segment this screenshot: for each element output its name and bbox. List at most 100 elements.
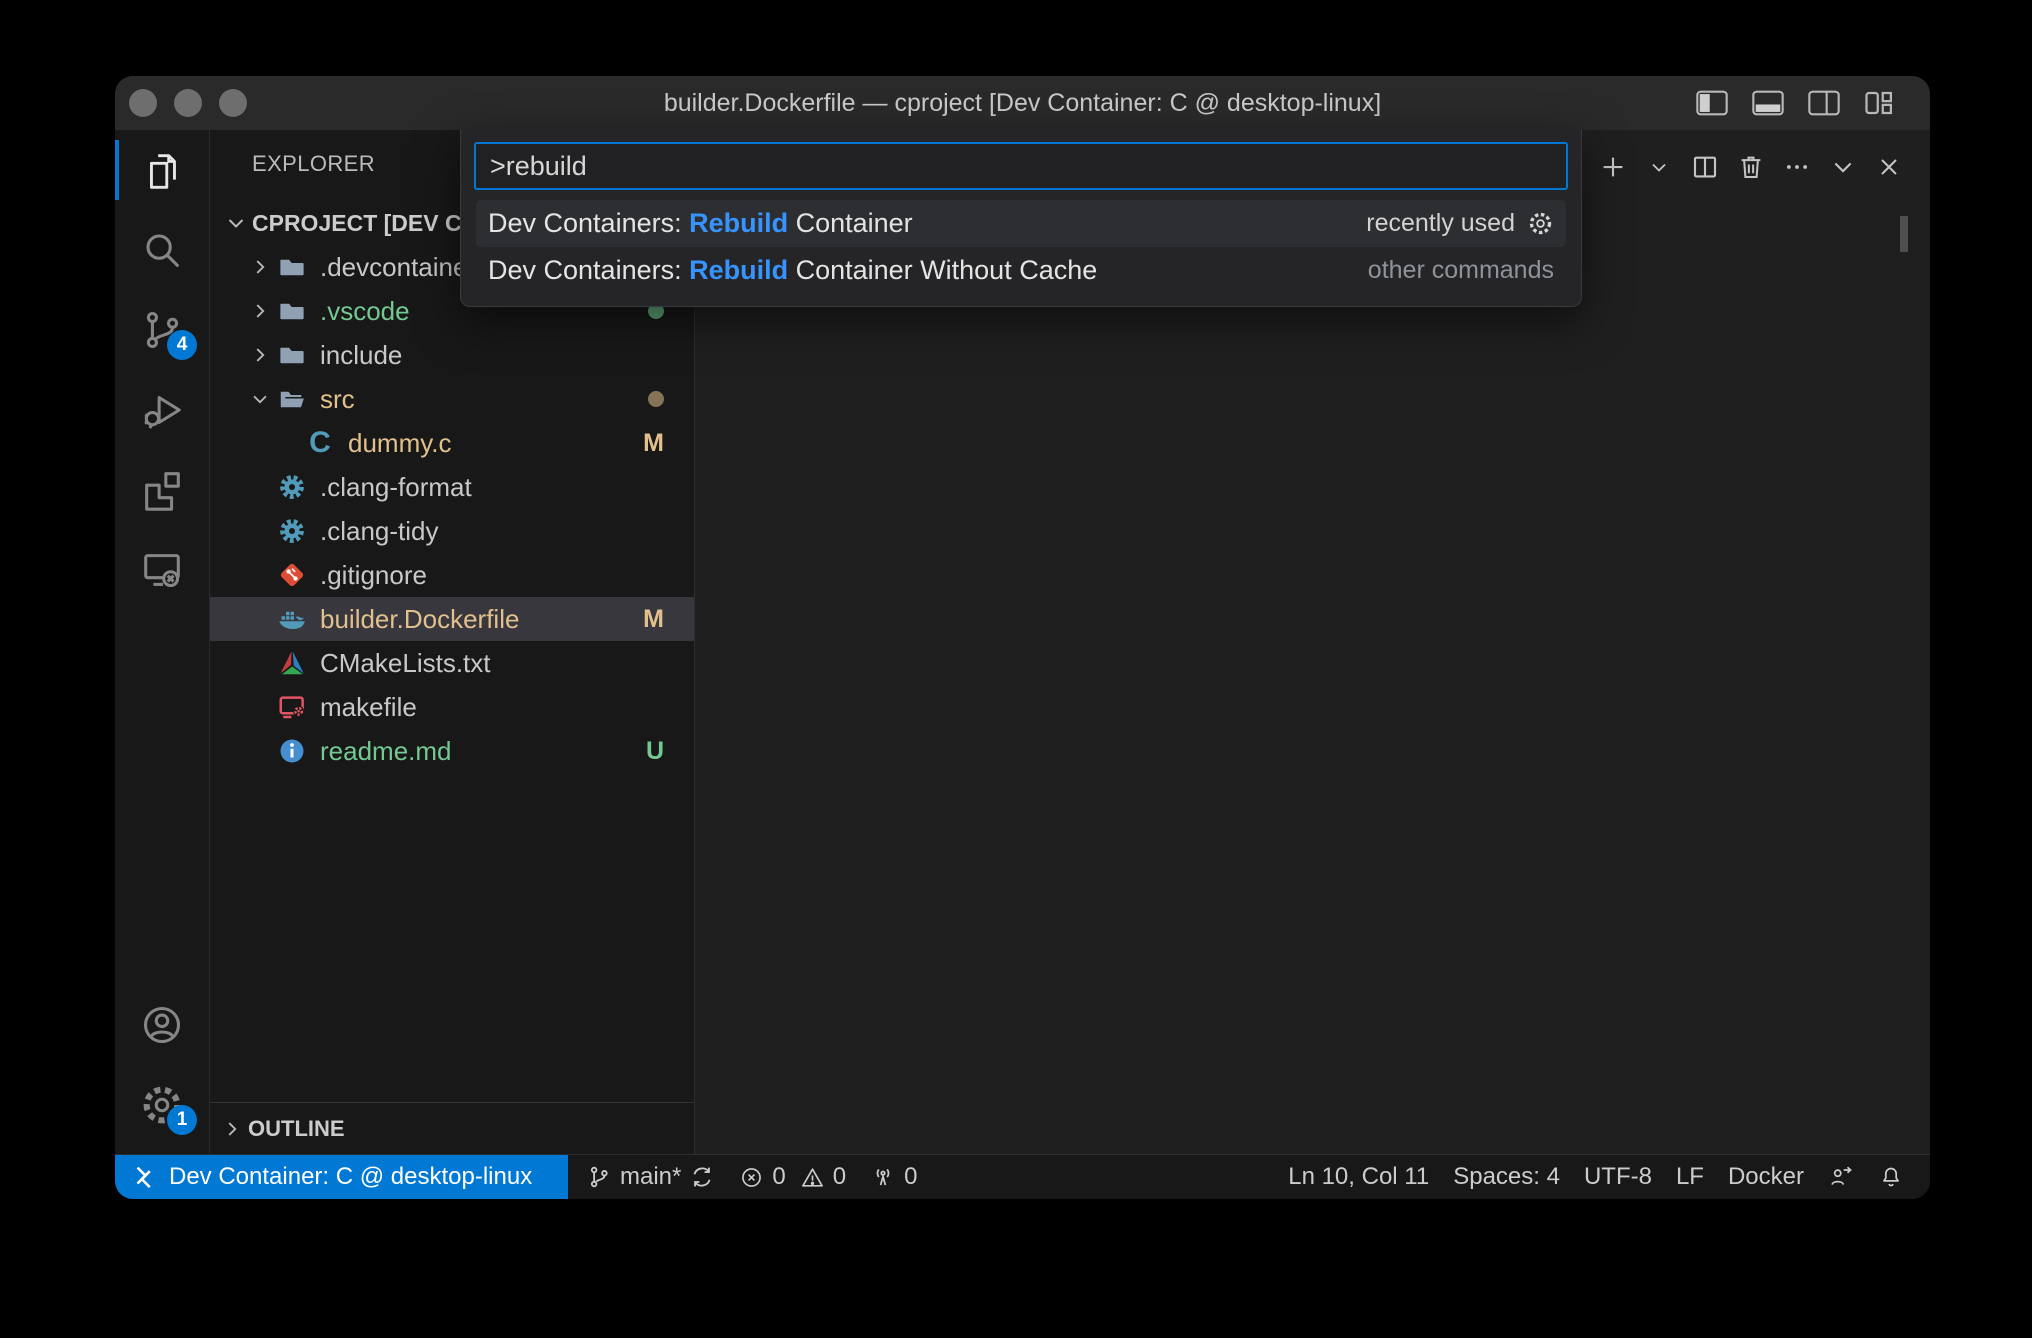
cursor-position-item[interactable]: Ln 10, Col 11 (1276, 1163, 1441, 1191)
folder-icon (276, 339, 308, 371)
tree-item-dummy-c[interactable]: C dummy.c M (210, 421, 694, 465)
tree-item-clang-tidy[interactable]: .clang-tidy (210, 509, 694, 553)
active-tab-indicator (115, 140, 119, 200)
folder-icon (276, 295, 308, 327)
indentation-label: Spaces: 4 (1453, 1163, 1560, 1191)
toggle-panel-icon[interactable] (1752, 90, 1784, 116)
tree-item-clang-format[interactable]: .clang-format (210, 465, 694, 509)
file-label: .devcontainer (320, 252, 476, 283)
cursor-position: Ln 10, Col 11 (1288, 1163, 1429, 1191)
files-icon (139, 147, 185, 193)
window-title: builder.Dockerfile — cproject [Dev Conta… (115, 89, 1930, 118)
status-bar: Dev Container: C @ desktop-linux main* (115, 1154, 1930, 1199)
info-file-icon (276, 735, 308, 767)
feedback-item[interactable] (1816, 1164, 1866, 1190)
file-label: CMakeLists.txt (320, 648, 491, 679)
chevron-down-icon (220, 211, 252, 235)
file-label: dummy.c (348, 428, 452, 459)
warning-icon (800, 1165, 825, 1190)
new-terminal-icon[interactable] (1598, 150, 1628, 184)
hide-panel-icon[interactable] (1828, 150, 1858, 184)
command-label: Dev Containers: Rebuild Container (488, 208, 913, 239)
more-actions-icon[interactable] (1782, 150, 1812, 184)
configure-keybinding-gear-icon[interactable] (1527, 210, 1554, 237)
chevron-down-icon (244, 388, 276, 410)
folder-icon (276, 251, 308, 283)
command-palette-input[interactable]: >rebuild (474, 142, 1568, 190)
remote-indicator[interactable]: Dev Container: C @ desktop-linux (115, 1155, 568, 1199)
run-debug-tab[interactable] (115, 370, 209, 450)
tree-item-gitignore[interactable]: .gitignore (210, 553, 694, 597)
command-palette-list: Dev Containers: Rebuild Container recent… (474, 200, 1568, 294)
indentation-item[interactable]: Spaces: 4 (1441, 1163, 1572, 1191)
bell-icon (1878, 1164, 1904, 1190)
file-label: include (320, 340, 402, 371)
branch-status-item[interactable]: main* (574, 1163, 727, 1191)
toggle-secondary-sidebar-icon[interactable] (1808, 90, 1840, 116)
git-modified-dot (648, 391, 664, 407)
file-label: builder.Dockerfile (320, 604, 519, 635)
tree-item-makefile[interactable]: makefile (210, 685, 694, 729)
scrollbar-thumb[interactable] (1900, 216, 1908, 252)
accounts-button[interactable] (115, 985, 209, 1065)
command-item-rebuild-container-without-cache[interactable]: Dev Containers: Rebuild Container Withou… (476, 247, 1566, 294)
desktop-background: builder.Dockerfile — cproject [Dev Conta… (0, 0, 2032, 1338)
command-palette: >rebuild Dev Containers: Rebuild Contain… (460, 130, 1582, 307)
run-debug-icon (139, 387, 185, 433)
minimize-window-button[interactable] (174, 89, 202, 117)
split-panel-icon[interactable] (1690, 150, 1720, 184)
language-mode-item[interactable]: Docker (1716, 1163, 1816, 1191)
terminal-dropdown-icon[interactable] (1644, 150, 1674, 184)
command-query-text: >rebuild (490, 151, 587, 182)
cmake-file-icon (276, 647, 308, 679)
search-tab[interactable] (115, 210, 209, 290)
account-icon (139, 1002, 185, 1048)
close-window-button[interactable] (129, 89, 157, 117)
c-file-icon: C (304, 427, 336, 459)
tree-item-src[interactable]: src (210, 377, 694, 421)
tree-item-readme[interactable]: readme.md U (210, 729, 694, 773)
tree-item-cmakelists[interactable]: CMakeLists.txt (210, 641, 694, 685)
command-item-rebuild-container[interactable]: Dev Containers: Rebuild Container recent… (476, 200, 1566, 247)
command-meta-label: recently used (1366, 209, 1515, 238)
zoom-window-button[interactable] (219, 89, 247, 117)
source-control-tab[interactable]: 4 (115, 290, 209, 370)
outline-section-header[interactable]: OUTLINE (210, 1102, 694, 1155)
git-file-icon (276, 559, 308, 591)
chevron-right-icon (244, 344, 276, 366)
problems-status-item[interactable]: 0 0 (727, 1163, 858, 1191)
notifications-item[interactable] (1866, 1164, 1916, 1190)
encoding-item[interactable]: UTF-8 (1572, 1163, 1664, 1191)
close-panel-icon[interactable] (1874, 150, 1904, 184)
folder-open-icon (276, 383, 308, 415)
git-modified-badge: M (643, 429, 664, 458)
ports-status-item[interactable]: 0 (858, 1163, 929, 1191)
file-label: .gitignore (320, 560, 427, 591)
gear-file-icon (276, 515, 308, 547)
eol-item[interactable]: LF (1664, 1163, 1716, 1191)
title-bar: builder.Dockerfile — cproject [Dev Conta… (115, 76, 1930, 130)
remote-explorer-tab[interactable] (115, 530, 209, 610)
remote-explorer-icon (139, 547, 185, 593)
error-count: 0 (772, 1163, 785, 1191)
git-untracked-badge: U (646, 737, 664, 766)
makefile-icon (276, 691, 308, 723)
file-label: .vscode (320, 296, 410, 327)
extensions-tab[interactable] (115, 450, 209, 530)
root-folder-label: CPROJECT [DEV C (252, 210, 462, 237)
error-icon (739, 1165, 764, 1190)
tree-item-builder-dockerfile[interactable]: builder.Dockerfile M (210, 597, 694, 641)
customize-layout-icon[interactable] (1864, 90, 1894, 116)
docker-file-icon (276, 603, 308, 635)
trash-icon[interactable] (1736, 150, 1766, 184)
remote-icon (131, 1164, 157, 1190)
settings-button[interactable]: 1 (115, 1065, 209, 1145)
window-controls (115, 89, 247, 117)
file-label: .clang-format (320, 472, 472, 503)
command-label: Dev Containers: Rebuild Container Withou… (488, 255, 1097, 286)
toggle-primary-sidebar-icon[interactable] (1696, 90, 1728, 116)
tree-item-include[interactable]: include (210, 333, 694, 377)
feedback-person-icon (1828, 1164, 1854, 1190)
extensions-icon (139, 467, 185, 513)
explorer-tab[interactable] (115, 130, 209, 210)
